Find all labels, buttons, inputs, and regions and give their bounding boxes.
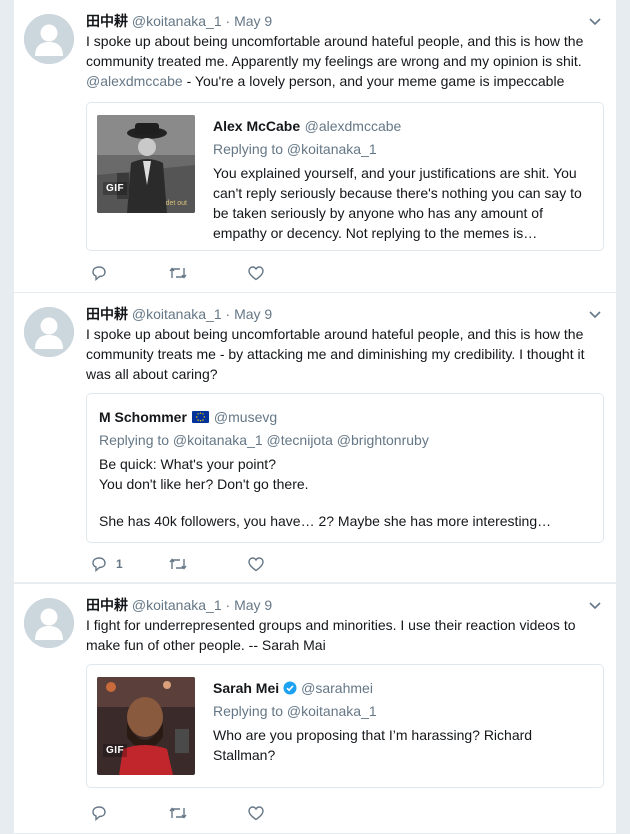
- tweet-date[interactable]: May 9: [234, 597, 272, 613]
- tweet-text: I fight for underrepresented groups and …: [86, 617, 576, 653]
- tweet-date[interactable]: May 9: [234, 13, 272, 29]
- chevron-down-icon[interactable]: [588, 598, 602, 612]
- gif-caption: det out: [165, 200, 187, 207]
- tweet-header: 田中耕 @koitanaka_1 · May 9: [86, 305, 272, 323]
- quoted-text-line-2: You don't like her? Don't go there.: [99, 476, 309, 492]
- quoted-text: You explained yourself, and your justifi…: [213, 165, 582, 241]
- default-avatar-icon[interactable]: [24, 14, 74, 64]
- default-avatar-icon[interactable]: [24, 307, 74, 357]
- quoted-header: Alex McCabe @alexdmccabe: [213, 117, 401, 136]
- like-button[interactable]: [247, 555, 265, 573]
- retweet-icon: [169, 807, 187, 819]
- replying-to: Replying to @koitanaka_1: [213, 141, 377, 157]
- mention-link[interactable]: @alexdmccabe: [86, 73, 183, 89]
- timeline: 田中耕 @koitanaka_1 · May 9 I spoke up abou…: [14, 0, 616, 834]
- author-handle[interactable]: @koitanaka_1: [132, 306, 222, 322]
- author-handle[interactable]: @koitanaka_1: [132, 13, 222, 29]
- chevron-down-icon[interactable]: [588, 307, 602, 321]
- quoted-tweet[interactable]: M Schommer @musevg Replying to @koitanak…: [86, 393, 604, 543]
- tweet-text-main: I spoke up about being uncomfortable aro…: [86, 33, 584, 69]
- like-icon: [248, 266, 264, 281]
- reply-icon: [92, 266, 106, 282]
- tweet[interactable]: 田中耕 @koitanaka_1 · May 9 I fight for und…: [14, 584, 616, 834]
- date-separator: ·: [225, 13, 231, 29]
- gif-thumbnail[interactable]: GIF: [97, 677, 195, 775]
- tweet-header: 田中耕 @koitanaka_1 · May 9: [86, 596, 272, 614]
- reply-button[interactable]: 1: [90, 555, 123, 573]
- tweet-date[interactable]: May 9: [234, 306, 272, 322]
- retweet-icon: [169, 558, 187, 570]
- retweet-button[interactable]: [168, 264, 188, 282]
- quoted-author-handle: @alexdmccabe: [304, 118, 402, 134]
- like-button[interactable]: [247, 804, 265, 822]
- gif-badge: GIF: [103, 744, 128, 757]
- tweet-text: I spoke up about being uncomfortable aro…: [86, 326, 585, 382]
- quoted-header: Sarah Mei @sarahmei: [213, 679, 373, 697]
- quoted-text-line-3: She has 40k followers, you have… 2? Mayb…: [99, 513, 552, 529]
- reply-button[interactable]: [90, 804, 116, 822]
- like-icon: [248, 806, 264, 821]
- author-name[interactable]: 田中耕: [86, 13, 128, 29]
- reply-icon: [92, 557, 106, 573]
- author-handle[interactable]: @koitanaka_1: [132, 597, 222, 613]
- retweet-button[interactable]: [168, 555, 188, 573]
- tweet[interactable]: 田中耕 @koitanaka_1 · May 9 I spoke up abou…: [14, 0, 616, 293]
- tweet-text: I spoke up about being uncomfortable aro…: [86, 31, 606, 91]
- quoted-tweet[interactable]: GIF Sarah Mei @sarahmei Replying to @koi…: [86, 664, 604, 788]
- quoted-author-name: Alex McCabe: [213, 118, 301, 134]
- author-name[interactable]: 田中耕: [86, 306, 128, 322]
- reply-count: 1: [116, 557, 123, 571]
- eu-flag-icon: [191, 411, 209, 423]
- default-avatar-icon[interactable]: [24, 598, 74, 648]
- tweet-text-suffix: - You're a lovely person, and your meme …: [182, 73, 565, 89]
- date-separator: ·: [225, 597, 231, 613]
- author-name[interactable]: 田中耕: [86, 597, 128, 613]
- like-icon: [248, 557, 264, 572]
- quoted-author-name: M Schommer: [99, 409, 187, 425]
- chevron-down-icon[interactable]: [588, 14, 602, 28]
- gif-thumbnail[interactable]: GIF det out: [97, 115, 195, 213]
- tweet-header: 田中耕 @koitanaka_1 · May 9: [86, 12, 272, 30]
- quoted-author-name: Sarah Mei: [213, 680, 280, 696]
- tweet[interactable]: 田中耕 @koitanaka_1 · May 9 I spoke up abou…: [14, 293, 616, 583]
- quoted-tweet[interactable]: GIF det out Alex McCabe @alexdmccabe Rep…: [86, 102, 604, 251]
- quoted-text: Who are you proposing that I’m harassing…: [213, 727, 533, 763]
- quoted-author-handle: @musevg: [213, 409, 278, 425]
- retweet-icon: [169, 267, 187, 279]
- like-button[interactable]: [247, 264, 265, 282]
- reply-button[interactable]: [90, 264, 116, 282]
- reply-icon: [92, 806, 106, 822]
- replying-to: Replying to @koitanaka_1 @tecnijota @bri…: [99, 432, 429, 448]
- quoted-text-line-1: Be quick: What's your point?: [99, 456, 276, 472]
- quoted-header: M Schommer @musevg: [99, 408, 277, 426]
- retweet-button[interactable]: [168, 804, 188, 822]
- replying-to: Replying to @koitanaka_1: [213, 703, 377, 719]
- quoted-author-handle: @sarahmei: [301, 680, 373, 696]
- gif-badge: GIF: [103, 182, 128, 195]
- date-separator: ·: [225, 306, 231, 322]
- verified-icon: [283, 681, 297, 695]
